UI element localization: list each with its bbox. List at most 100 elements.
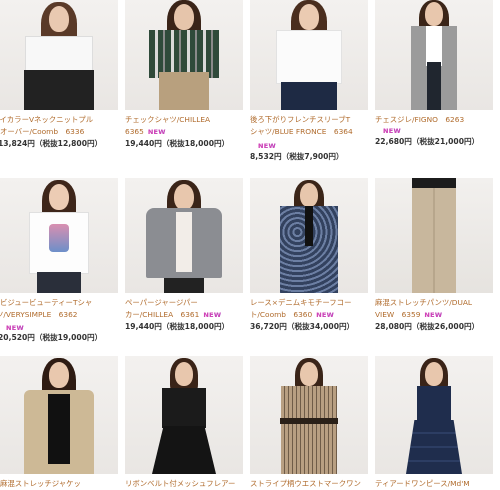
model-top: [176, 212, 192, 272]
product-card[interactable]: ティアードワンピース/Md'M: [375, 356, 493, 490]
model-bottom: [159, 72, 209, 110]
product-price: 13,824円（税抜12,800円）: [0, 139, 103, 148]
model-face: [49, 362, 69, 388]
product-photo[interactable]: [375, 178, 493, 293]
model-face: [425, 362, 443, 386]
product-grid: バイカラーVネックニットプル オーバー/Coomb 6336 13,824円（税…: [0, 0, 500, 490]
new-badge: NEW: [258, 142, 276, 150]
product-photo[interactable]: [250, 0, 368, 110]
model-face: [300, 183, 318, 207]
new-badge: NEW: [316, 311, 335, 319]
product-name-line1[interactable]: チェスジレ/FIGNO 6263: [375, 114, 493, 126]
print-graphic: [49, 224, 69, 252]
model-bottom: [281, 82, 337, 110]
model-skirt: [406, 420, 462, 474]
product-name-line1[interactable]: ペーパージャージパー: [125, 297, 243, 309]
product-card[interactable]: レース×デニムキモチーフコー ト/Coomb 6360 NEW 36,720円（税…: [250, 178, 368, 333]
model-top: [48, 394, 70, 464]
model-dress: [281, 386, 337, 474]
product-name[interactable]: バイカラーVネックニットプル オーバー/Coomb 6336: [0, 114, 118, 138]
product-name-line1[interactable]: ティアードワンピース/Md'M: [375, 478, 493, 490]
product-name-line1[interactable]: レース×デニムキモチーフコー: [250, 297, 368, 309]
product-name[interactable]: ティアードワンピース/Md'M: [375, 478, 493, 490]
product-photo[interactable]: [0, 178, 118, 293]
model-bottom: [164, 278, 204, 293]
product-name-line2[interactable]: シャツ/BLUE FRONCE 6364: [250, 126, 368, 138]
product-card[interactable]: リボンベルト付メッシュフレアー: [125, 356, 243, 490]
product-photo[interactable]: [125, 0, 243, 110]
product-name-line1[interactable]: チェックシャツ/CHILLEA: [125, 114, 243, 126]
product-price: 19,440円（税抜18,000円）: [125, 139, 230, 148]
product-photo[interactable]: [375, 0, 493, 110]
model-bottom: [37, 272, 81, 293]
model-bottom: [427, 62, 441, 110]
product-price: 36,720円（税抜34,000円）: [250, 322, 355, 331]
product-photo[interactable]: [125, 356, 243, 474]
model-top: [412, 178, 456, 188]
model-top: [426, 26, 442, 66]
product-card[interactable]: 麻混ストレッチパンツ/DUAL VIEW 6359 NEW 28,080円（税抜2…: [375, 178, 493, 333]
model-face: [300, 362, 318, 386]
model-face: [49, 184, 69, 210]
product-name-line2[interactable]: VIEW 6359: [375, 310, 420, 319]
product-price: 28,080円（税抜26,000円）: [375, 322, 480, 331]
product-photo[interactable]: [125, 178, 243, 293]
product-name[interactable]: ペーパージャージパー カー/CHILLEA 6361 NEW: [125, 297, 243, 321]
product-card[interactable]: ストライプ柄ウエストマークワン: [250, 356, 368, 490]
model-belt: [280, 418, 338, 424]
product-name[interactable]: 麻混ストレッチパンツ/DUAL VIEW 6359 NEW: [375, 297, 493, 321]
product-name-line1[interactable]: ビジュービューティーTシャ: [0, 297, 118, 309]
model-top: [149, 30, 219, 78]
product-photo[interactable]: [0, 0, 118, 110]
product-name[interactable]: 麻混ストレッチジャケッ: [0, 478, 118, 490]
product-name[interactable]: チェックシャツ/CHILLEA 6365 NEW: [125, 114, 243, 138]
product-price: 22,680円（税抜21,000円）: [375, 137, 480, 146]
product-photo[interactable]: [375, 356, 493, 474]
product-name-line1[interactable]: リボンベルト付メッシュフレアー: [125, 478, 243, 490]
product-card[interactable]: ビジュービューティーTシャ ツ/VERYSIMPLE 6362 NEW 20,5…: [0, 178, 118, 344]
model-face: [49, 6, 69, 32]
product-photo[interactable]: [0, 356, 118, 474]
model-pants: [412, 188, 456, 293]
product-name[interactable]: ストライプ柄ウエストマークワン: [250, 478, 368, 490]
model-face: [299, 4, 319, 30]
product-price: 19,440円（税抜18,000円）: [125, 322, 230, 331]
model-bodice: [417, 386, 451, 422]
product-name-line2[interactable]: ト/Coomb 6360: [250, 310, 312, 319]
model-top: [276, 30, 342, 84]
product-photo[interactable]: [250, 356, 368, 474]
product-name-line2[interactable]: ツ/VERYSIMPLE 6362: [0, 309, 118, 321]
product-name[interactable]: 後ろ下がりフレンチスリーブT シャツ/BLUE FRONCE 6364: [250, 114, 368, 138]
product-name[interactable]: リボンベルト付メッシュフレアー: [125, 478, 243, 490]
product-name-line2[interactable]: カー/CHILLEA 6361: [125, 310, 199, 319]
product-name-line1[interactable]: 麻混ストレッチジャケッ: [0, 478, 118, 490]
product-name[interactable]: レース×デニムキモチーフコー ト/Coomb 6360 NEW: [250, 297, 368, 321]
model-face: [174, 4, 194, 30]
product-photo[interactable]: [250, 178, 368, 293]
product-name-line2[interactable]: オーバー/Coomb 6336: [0, 126, 118, 138]
product-price: 20,520円（税抜19,000円）: [0, 333, 103, 342]
product-name[interactable]: ビジュービューティーTシャ ツ/VERYSIMPLE 6362: [0, 297, 118, 321]
product-card[interactable]: チェスジレ/FIGNO 6263 NEW 22,680円（税抜21,000円）: [375, 0, 493, 148]
product-name-line1[interactable]: バイカラーVネックニットプル: [0, 114, 118, 126]
model-skirt: [152, 426, 216, 474]
new-badge: NEW: [383, 127, 401, 135]
product-card[interactable]: バイカラーVネックニットプル オーバー/Coomb 6336 13,824円（税…: [0, 0, 118, 150]
model-face: [425, 2, 443, 26]
product-card[interactable]: チェックシャツ/CHILLEA 6365 NEW 19,440円（税抜18,000…: [125, 0, 243, 150]
new-badge: NEW: [424, 311, 443, 319]
product-name-line1[interactable]: ストライプ柄ウエストマークワン: [250, 478, 368, 490]
product-name-line2[interactable]: 6365: [125, 127, 144, 136]
model-bodice: [162, 388, 206, 428]
model-bottom: [24, 70, 94, 110]
product-card[interactable]: 後ろ下がりフレンチスリーブT シャツ/BLUE FRONCE 6364 NEW …: [250, 0, 368, 163]
new-badge: NEW: [6, 324, 24, 332]
new-badge: NEW: [203, 311, 222, 319]
product-name-line1[interactable]: 後ろ下がりフレンチスリーブT: [250, 114, 368, 126]
product-name-line1[interactable]: 麻混ストレッチパンツ/DUAL: [375, 297, 493, 309]
product-card[interactable]: 麻混ストレッチジャケッ: [0, 356, 118, 490]
product-card[interactable]: ペーパージャージパー カー/CHILLEA 6361 NEW 19,440円（税抜…: [125, 178, 243, 333]
model-face: [174, 184, 194, 210]
product-name[interactable]: チェスジレ/FIGNO 6263 NEW: [375, 114, 493, 136]
product-price: 8,532円（税抜7,900円）: [250, 152, 344, 161]
